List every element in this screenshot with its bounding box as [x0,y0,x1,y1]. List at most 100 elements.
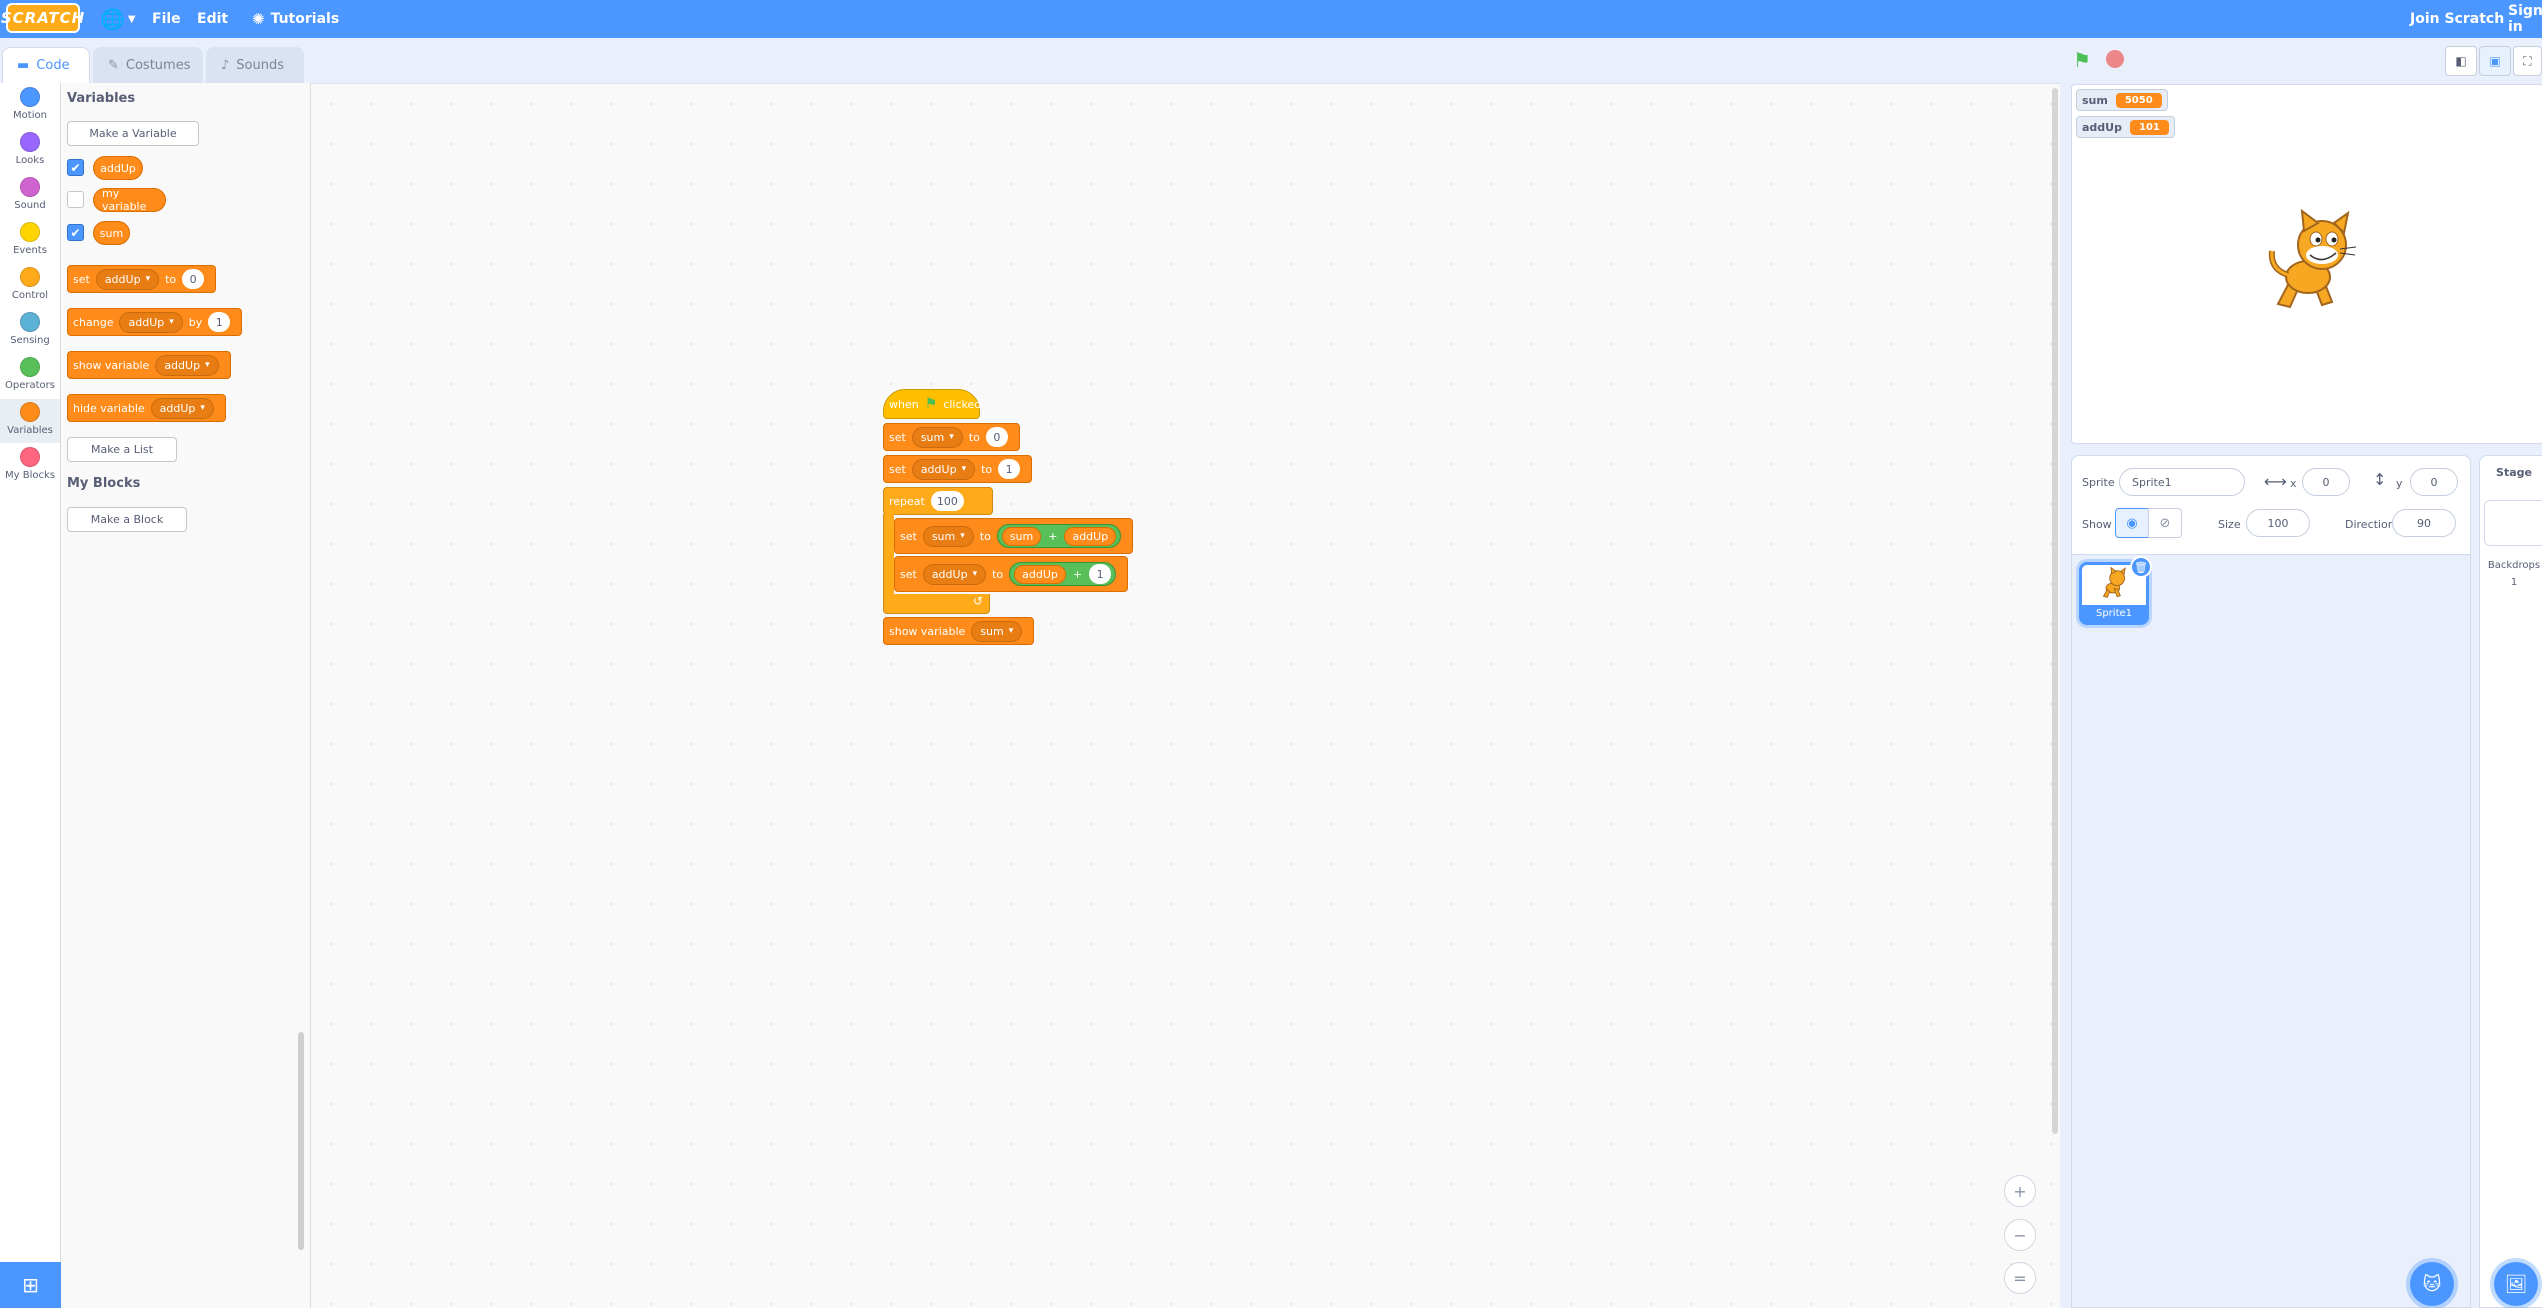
category-motion[interactable]: Motion [0,87,60,131]
stage-selector[interactable]: Stage Backdrops 1 [2479,455,2542,1308]
variable-reporter-sum[interactable]: sum [93,221,130,245]
tab-costumes[interactable]: ✎ Costumes [93,47,203,83]
value-input[interactable]: 1 [998,459,1021,479]
variable-dropdown[interactable]: sum [922,525,974,547]
tab-sounds[interactable]: ♪ Sounds [206,47,304,83]
add-operator[interactable]: addUp + 1 [1009,562,1117,586]
set-addup-block[interactable]: set addUp to 1 [883,455,1033,483]
palette-set-block[interactable]: set addUp to 0 [67,265,217,293]
monitor-label: sum [2082,93,2108,107]
choose-sprite-button[interactable]: 🐱 [2410,1262,2454,1306]
stage-canvas[interactable]: sum 5050 addUp 101 [2071,84,2542,444]
sound-color-dot [20,177,40,197]
small-stage-button[interactable]: ◧ [2445,46,2477,76]
fullscreen-button[interactable]: ⛶ [2513,46,2542,76]
green-flag-button[interactable]: ⚑ [2073,48,2091,72]
show-variable-sum-block[interactable]: show variable sum [883,617,1035,645]
direction-input[interactable]: 90 [2392,509,2456,537]
sign-in-link[interactable]: Sign in [2508,0,2542,38]
repeat-count-input[interactable]: 100 [930,491,964,511]
show-hidden-button[interactable]: ⊘ [2148,508,2182,538]
category-label: My Blocks [5,470,55,481]
y-position-input[interactable]: 0 [2410,468,2458,496]
monitor-value: 101 [2129,119,2169,135]
stop-button[interactable] [2106,50,2124,68]
make-variable-button[interactable]: Make a Variable [67,121,199,146]
delete-sprite-button[interactable]: 🗑 [2130,556,2152,578]
join-scratch-link[interactable]: Join Scratch [2410,0,2504,38]
large-stage-button[interactable]: ▣ [2479,46,2511,76]
variable-dropdown[interactable]: sum [971,620,1023,642]
category-variables[interactable]: Variables [0,399,60,443]
monitor-value: 5050 [2115,92,2162,108]
script-scrollbar[interactable] [2052,88,2058,1134]
variable-reporter-addup[interactable]: addUp [93,156,143,180]
variable-reporter[interactable]: addUp [1014,564,1066,584]
variable-monitor-sum[interactable]: sum 5050 [2076,89,2168,111]
variable-reporter[interactable]: addUp [1064,526,1117,546]
value-input[interactable]: 0 [985,427,1008,447]
size-input[interactable]: 100 [2246,509,2310,537]
block-keyword: to [968,430,980,444]
category-label: Variables [7,425,53,436]
scratch-logo[interactable]: SCRATCH [1,3,84,33]
add-extension-button[interactable]: ⊞ [0,1262,61,1308]
zoom-in-button[interactable]: + [2004,1175,2036,1207]
cat-sprite[interactable] [2260,209,2370,319]
category-control[interactable]: Control [0,267,60,311]
tab-code[interactable]: ▬ Code [2,47,90,83]
category-events[interactable]: Events [0,222,60,266]
palette-show-variable-block[interactable]: show variable addUp [67,351,231,379]
palette-hide-variable-block[interactable]: hide variable addUp [67,394,226,422]
variable-dropdown[interactable]: addUp [911,458,976,480]
variable-dropdown[interactable]: addUp [119,311,183,333]
addup-checkbox[interactable]: ✔ [67,159,84,176]
chevron-down-icon: ▼ [127,13,136,25]
variable-dropdown[interactable]: addUp [922,563,987,585]
set-sum-block[interactable]: set sum to 0 [883,423,1020,451]
script-area[interactable] [311,83,2060,1308]
edit-menu[interactable]: Edit [197,0,228,38]
small-stage-icon: ◧ [2455,54,2467,68]
variable-dropdown[interactable]: addUp [155,354,219,376]
show-visible-button[interactable]: ◉ [2115,508,2149,538]
variable-reporter-my-variable[interactable]: my variable [93,187,166,213]
value-input[interactable]: 1 [208,312,231,332]
zoom-reset-button[interactable]: = [2004,1262,2036,1294]
sprite-name-input[interactable]: Sprite1 [2119,468,2245,496]
zoom-out-button[interactable]: − [2004,1219,2036,1251]
value-input[interactable]: 1 [1089,564,1112,584]
variable-dropdown[interactable]: addUp [95,268,160,290]
variable-reporter[interactable]: sum [1001,526,1042,546]
category-looks[interactable]: Looks [0,132,60,176]
palette-change-block[interactable]: change addUp by 1 [67,308,243,336]
sum-checkbox[interactable]: ✔ [67,224,84,241]
set-addup-add-block[interactable]: set addUp to addUp + 1 [894,556,1129,592]
set-sum-add-block[interactable]: set sum to sum + addUp [894,518,1134,554]
plus-sign: + [1048,529,1058,543]
make-block-button[interactable]: Make a Block [67,507,187,532]
choose-backdrop-button[interactable]: 🖼 [2494,1262,2538,1306]
repeat-block[interactable]: repeat 100 [883,487,993,515]
backdrop-thumbnail[interactable] [2484,500,2542,546]
category-sensing[interactable]: Sensing [0,312,60,356]
x-position-input[interactable]: 0 [2302,468,2350,496]
variable-dropdown[interactable]: addUp [150,397,214,419]
when-flag-clicked-block[interactable]: when ⚑ clicked [883,389,981,419]
category-operators[interactable]: Operators [0,357,60,401]
add-operator[interactable]: sum + addUp [996,524,1122,548]
variable-dropdown[interactable]: sum [911,426,963,448]
variable-monitor-addup[interactable]: addUp 101 [2076,116,2175,138]
file-menu[interactable]: File [152,0,181,38]
backdrops-label: Backdrops [2487,560,2541,571]
language-menu[interactable]: 🌐 ▼ [100,0,136,38]
make-list-button[interactable]: Make a List [67,437,177,462]
tutorials-menu[interactable]: ✺ Tutorials [252,0,339,38]
operators-color-dot [20,357,40,377]
value-input[interactable]: 0 [182,269,205,289]
my-variable-checkbox[interactable] [67,191,84,208]
extension-icon: ⊞ [22,1273,39,1297]
category-my-blocks[interactable]: My Blocks [0,447,60,491]
palette-scrollbar[interactable] [298,1032,304,1250]
category-sound[interactable]: Sound [0,177,60,221]
